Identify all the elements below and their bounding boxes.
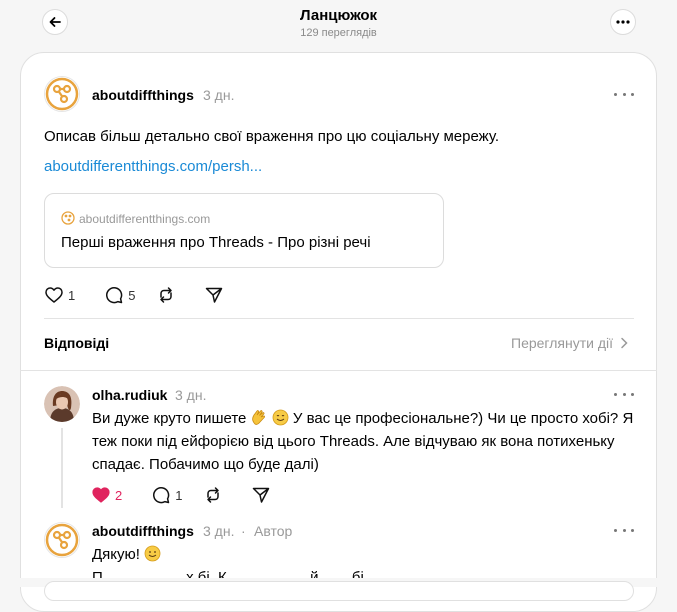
preview-title: Перші враження про Threads - Про різні р…: [61, 234, 371, 251]
like-button[interactable]: 2: [92, 487, 122, 503]
replies-heading: Відповіді: [44, 335, 110, 351]
post-link[interactable]: aboutdifferentthings.com/persh...: [44, 158, 262, 175]
reply-text-part: Ви дуже круто пишете: [92, 410, 247, 427]
share-button[interactable]: [205, 286, 223, 304]
like-count: 1: [68, 287, 76, 303]
repost-button[interactable]: [204, 486, 222, 504]
reply-time[interactable]: 3 дн.: [203, 523, 234, 539]
reply-more-icon[interactable]: [614, 525, 634, 535]
comment-button[interactable]: 1: [152, 486, 182, 504]
reply-text-line: теж поки під ейфорією від цього Threads.…: [92, 433, 615, 450]
heart-icon: [45, 287, 63, 303]
like-button[interactable]: 1: [45, 287, 75, 303]
clapping-hands-icon: [251, 410, 265, 425]
divider: [44, 318, 634, 319]
comment-count: 5: [128, 287, 136, 303]
preview-domain: aboutdifferentthings.com: [79, 212, 211, 226]
reply-more-icon[interactable]: [614, 389, 634, 399]
page-title: Ланцюжок: [299, 7, 378, 24]
view-activity-link[interactable]: Переглянути дії: [511, 335, 628, 351]
post-username[interactable]: aboutdiffthings: [92, 87, 194, 103]
reply-text-line: спадає. Побачимо що буде далі): [92, 456, 319, 473]
comment-icon: [106, 287, 123, 304]
reply-username[interactable]: olha.rudiuk: [92, 387, 167, 403]
ellipsis-icon: [616, 20, 630, 24]
post-time[interactable]: 3 дн.: [203, 87, 234, 103]
post-actions: 1 5: [45, 284, 237, 306]
like-count: 2: [115, 487, 123, 503]
more-options-button[interactable]: [610, 9, 636, 35]
heart-filled-icon: [92, 487, 110, 503]
site-favicon-icon: [61, 211, 75, 225]
comment-count: 1: [175, 487, 183, 503]
reply-username[interactable]: aboutdiffthings: [92, 523, 194, 539]
send-icon: [206, 287, 223, 303]
reply-text-part: У вас це професіональне?) Чи це просто х…: [292, 410, 634, 427]
reply-composer-input[interactable]: [44, 581, 634, 601]
avatar[interactable]: [44, 386, 80, 422]
post-text: Описав більш детально свої враження про …: [44, 128, 500, 145]
smiling-face-icon: [272, 409, 289, 426]
repost-icon: [207, 487, 220, 503]
repost-icon: [160, 287, 173, 303]
chevron-right-icon: [621, 337, 628, 349]
reply-text: Ви дуже круто пишете У вас це професіона…: [92, 407, 637, 476]
site-logo-icon: [45, 523, 79, 557]
site-logo-icon: [45, 77, 79, 111]
send-icon: [253, 487, 270, 503]
comment-icon: [153, 487, 170, 504]
share-button[interactable]: [252, 486, 270, 504]
top-bar: Ланцюжок 129 переглядів: [0, 0, 677, 50]
avatar[interactable]: [44, 522, 80, 558]
view-activity-label: Переглянути дії: [511, 335, 613, 351]
comment-button[interactable]: 5: [105, 286, 135, 304]
meta-separator: ·: [241, 523, 246, 539]
view-count: 129 переглядів: [300, 27, 377, 39]
thread-line: [61, 428, 63, 508]
smiling-face-icon: [144, 545, 161, 562]
reply-text: Дякую!: [92, 543, 161, 566]
reply-actions: 2 1: [92, 484, 284, 506]
divider: [20, 370, 657, 371]
repost-button[interactable]: [157, 286, 175, 304]
post-more-icon[interactable]: [614, 89, 634, 99]
reply-text-part: Дякую!: [92, 546, 140, 563]
reply-time[interactable]: 3 дн.: [175, 387, 206, 403]
link-preview-card[interactable]: aboutdifferentthings.com Перші враження …: [44, 193, 444, 268]
avatar[interactable]: [44, 76, 80, 112]
author-badge: Автор: [254, 523, 293, 539]
user-photo-icon: [44, 386, 80, 422]
